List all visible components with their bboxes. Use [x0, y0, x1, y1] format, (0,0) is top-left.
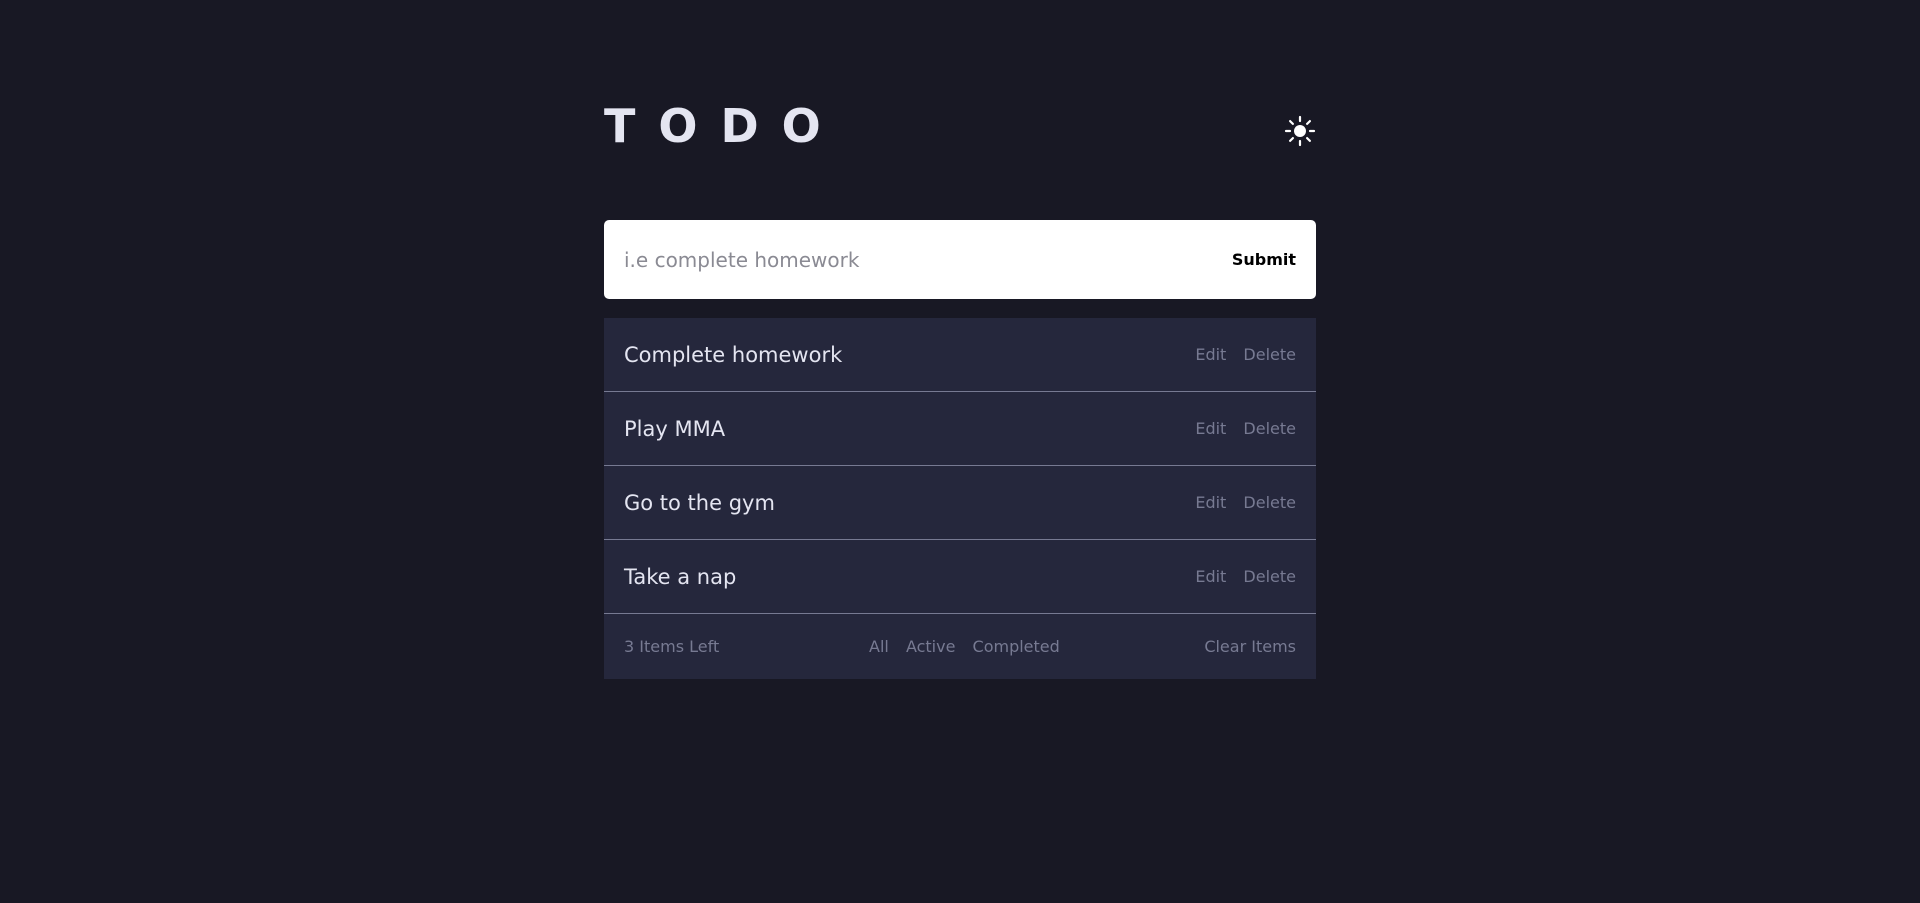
delete-button[interactable]: Delete	[1243, 419, 1296, 438]
todo-text: Play MMA	[624, 417, 726, 441]
sun-icon	[1284, 115, 1316, 147]
edit-button[interactable]: Edit	[1195, 567, 1226, 586]
todo-actions: Edit Delete	[1183, 392, 1296, 466]
todo-text: Take a nap	[624, 565, 737, 589]
todo-item[interactable]: Take a nap Edit Delete	[604, 540, 1316, 614]
todo-item[interactable]: Play MMA Edit Delete	[604, 392, 1316, 466]
add-todo-form: Submit	[604, 220, 1316, 299]
theme-toggle-button[interactable]	[1284, 115, 1316, 147]
todo-actions: Edit Delete	[1183, 540, 1296, 614]
app-header: TODO	[604, 0, 1316, 220]
todo-text: Go to the gym	[624, 491, 775, 515]
todo-item[interactable]: Go to the gym Edit Delete	[604, 466, 1316, 540]
filter-all[interactable]: All	[869, 637, 889, 656]
edit-button[interactable]: Edit	[1195, 419, 1226, 438]
clear-items-button[interactable]: Clear Items	[1204, 614, 1296, 679]
todo-app: TODO i.e complete homework Submit Comple…	[604, 0, 1316, 679]
new-todo-input[interactable]	[624, 220, 1184, 299]
todo-text: Complete homework	[624, 343, 843, 367]
delete-button[interactable]: Delete	[1243, 345, 1296, 364]
todo-item[interactable]: Complete homework Edit Delete	[604, 318, 1316, 392]
todo-actions: Edit Delete	[1183, 466, 1296, 540]
edit-button[interactable]: Edit	[1195, 493, 1226, 512]
delete-button[interactable]: Delete	[1243, 493, 1296, 512]
delete-button[interactable]: Delete	[1243, 567, 1296, 586]
todo-footer: 3 Items Left All Active Completed Clear …	[604, 614, 1316, 679]
filter-group: All Active Completed	[869, 614, 1072, 679]
filter-completed[interactable]: Completed	[973, 637, 1060, 656]
edit-button[interactable]: Edit	[1195, 345, 1226, 364]
todo-list: Complete homework Edit Delete Play MMA E…	[604, 318, 1316, 679]
page-title: TODO	[604, 99, 844, 153]
filter-active[interactable]: Active	[906, 637, 956, 656]
todo-actions: Edit Delete	[1183, 318, 1296, 392]
submit-button[interactable]: Submit	[1232, 220, 1296, 299]
items-left-count: 3 Items Left	[624, 637, 720, 656]
